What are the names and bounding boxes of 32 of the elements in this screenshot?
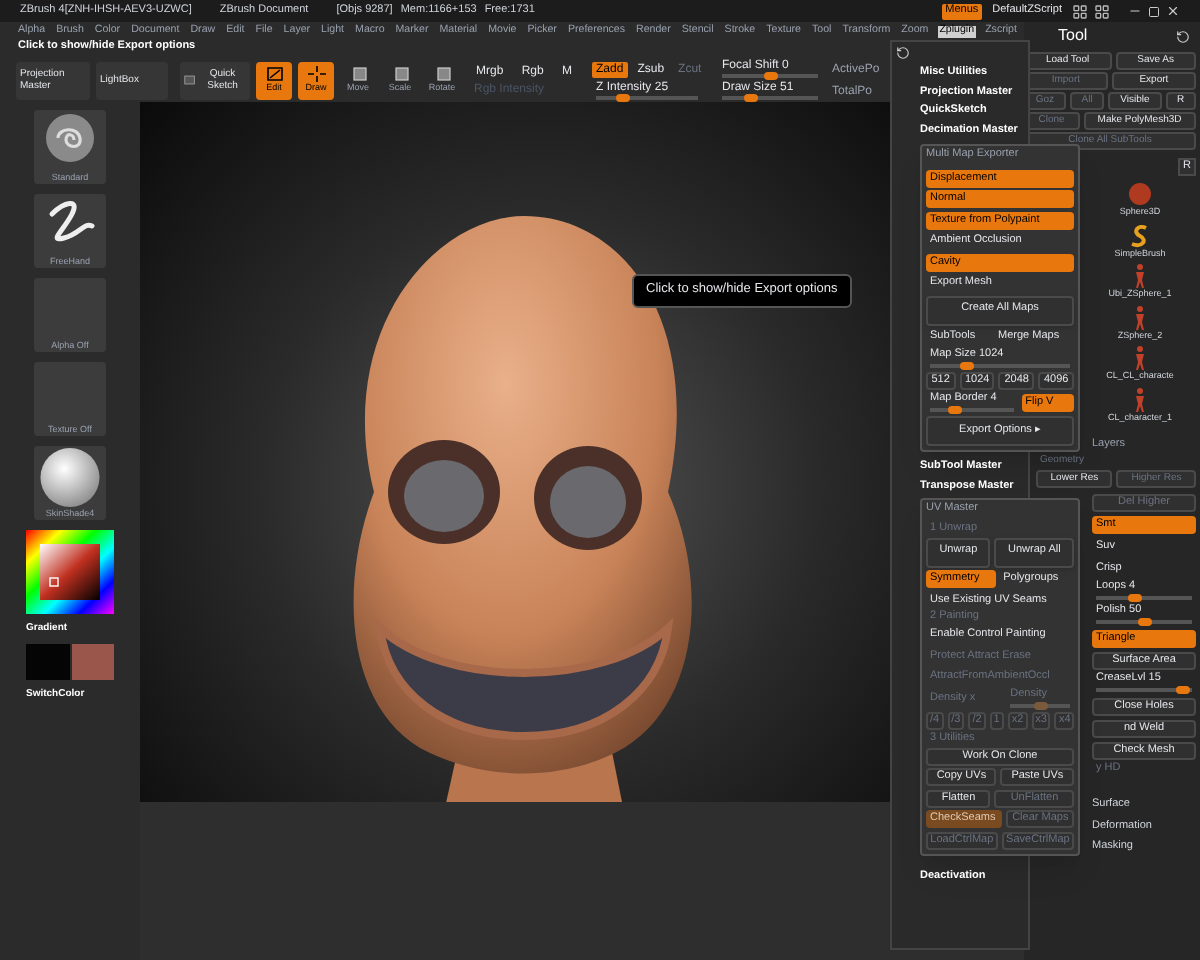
figure-icon bbox=[1132, 346, 1148, 370]
slider-thumb[interactable] bbox=[959, 361, 973, 370]
slider-thumb[interactable] bbox=[1138, 617, 1152, 626]
reset-icon[interactable] bbox=[1176, 29, 1190, 43]
sphere-icon bbox=[36, 446, 104, 509]
sketch-icon bbox=[184, 74, 196, 86]
layout-icon[interactable] bbox=[1072, 3, 1088, 19]
slider-thumb[interactable] bbox=[1176, 685, 1191, 694]
figure-icon bbox=[1132, 387, 1148, 411]
brush-sphere-icon bbox=[40, 110, 100, 166]
color-swatch[interactable] bbox=[71, 644, 114, 680]
palette-title: Tool bbox=[1058, 28, 1088, 44]
slider-thumb[interactable] bbox=[615, 93, 630, 101]
crosshair-icon bbox=[307, 66, 325, 83]
slider-thumb[interactable] bbox=[764, 72, 778, 80]
sphere-icon bbox=[1128, 182, 1152, 206]
slider-thumb[interactable] bbox=[1128, 593, 1143, 602]
color-swatch[interactable] bbox=[26, 644, 69, 680]
close-icon[interactable] bbox=[1166, 4, 1180, 18]
slider-thumb[interactable] bbox=[744, 94, 759, 102]
maximize-icon[interactable] bbox=[1148, 5, 1160, 17]
minimize-icon[interactable] bbox=[1128, 4, 1142, 18]
color-picker[interactable] bbox=[26, 530, 114, 614]
reset-icon[interactable] bbox=[896, 46, 910, 60]
figure-icon bbox=[1132, 264, 1148, 288]
cube-icon bbox=[433, 66, 451, 83]
layout-icon[interactable] bbox=[1094, 3, 1110, 19]
s-curve-icon bbox=[1128, 223, 1152, 247]
slider-thumb[interactable] bbox=[948, 405, 963, 414]
figure-icon bbox=[1132, 305, 1148, 329]
cube-icon bbox=[391, 66, 409, 83]
cube-icon bbox=[349, 66, 367, 83]
